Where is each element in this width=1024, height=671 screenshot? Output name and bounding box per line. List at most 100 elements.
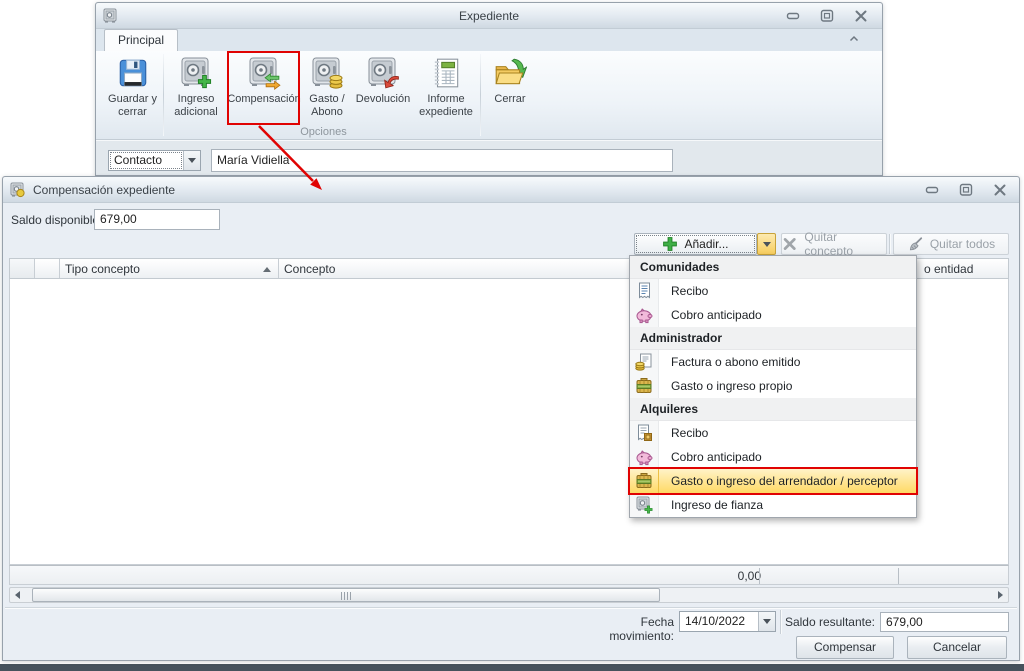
triangle-left-icon [15, 591, 20, 599]
receipt-plus-icon [638, 424, 652, 441]
anadir-label: Añadir... [684, 237, 729, 251]
minimize-icon [786, 12, 799, 19]
compensar-button[interactable]: Compensar [796, 636, 894, 659]
horizontal-scrollbar[interactable] [9, 587, 1009, 603]
minimize-button[interactable] [924, 182, 939, 197]
menu-item-factura-abono-emitido[interactable]: Factura o abono emitido [630, 350, 916, 374]
safe-plus-small-icon [635, 496, 653, 514]
row-indicator-header [10, 259, 35, 278]
window-title: Expediente [458, 8, 520, 23]
maximize-button[interactable] [819, 8, 834, 23]
grip-icon [341, 592, 351, 600]
anadir-dropdown-button[interactable] [757, 233, 776, 255]
sort-ascending-icon [263, 267, 271, 272]
toolbar-separator [889, 234, 890, 254]
piggy-bank-icon [636, 450, 653, 466]
compensacion-button[interactable]: Compensación [227, 53, 301, 125]
add-plus-icon [663, 237, 678, 251]
menu-item-gasto-ingreso-arrendador[interactable]: Gasto o ingreso del arrendador / percept… [630, 469, 916, 493]
maximize-icon [959, 183, 972, 196]
ribbon-tab-row: Principal [96, 29, 882, 51]
chevron-up-icon [849, 36, 859, 42]
receipt-icon [639, 282, 650, 298]
saldo-disponible-field: 679,00 [94, 209, 220, 230]
menu-item-ingreso-de-fianza[interactable]: Ingreso de fianza [630, 493, 916, 517]
quitar-concepto-button[interactable]: Quitar concepto [781, 230, 887, 258]
gasto-abono-button[interactable]: Gasto / Abono [302, 53, 352, 125]
ribbon-collapse-button[interactable] [848, 33, 864, 47]
dialog-title: Compensación expediente [33, 182, 176, 197]
menu-item-gasto-ingreso-propio[interactable]: Gasto o ingreso propio [630, 374, 916, 398]
fecha-movimiento-combo[interactable]: 14/10/2022 [679, 611, 776, 632]
chevron-down-icon [762, 241, 771, 247]
combo-dropdown-button[interactable] [183, 151, 200, 170]
minimize-button[interactable] [785, 8, 800, 23]
contacto-combo[interactable]: Contacto [108, 150, 201, 171]
expediente-titlebar[interactable]: Expediente [96, 3, 882, 29]
close-icon [994, 184, 1005, 195]
ribbon-separator [163, 54, 164, 136]
anadir-button[interactable]: Añadir... [634, 233, 757, 255]
footer-separator [5, 607, 1017, 608]
fecha-movimiento-value: 14/10/2022 [685, 614, 746, 628]
menu-item-cobro-anticipado-alquileres[interactable]: Cobro anticipado [630, 445, 916, 469]
safe-return-icon [368, 57, 399, 89]
cash-box-icon [636, 378, 652, 393]
folder-exit-icon [495, 58, 527, 85]
minimize-icon [925, 186, 938, 193]
maximize-icon [820, 9, 833, 22]
safe-coins-icon [312, 57, 343, 89]
safe-coin-window-icon [10, 182, 25, 197]
saldo-disponible-label: Saldo disponible: [11, 213, 103, 227]
quitar-todos-button[interactable]: Quitar todos [893, 233, 1009, 255]
summary-total: 0,00 [737, 569, 761, 583]
menu-item-recibo-comunidades[interactable]: Recibo [630, 279, 916, 303]
cancelar-button[interactable]: Cancelar [907, 636, 1007, 659]
anadir-dropdown-menu: Comunidades Recibo Cobro anticipado Admi… [629, 255, 917, 518]
ingreso-adicional-button[interactable]: Ingreso adicional [167, 53, 225, 125]
ribbon-separator [480, 54, 481, 136]
report-icon [434, 58, 459, 88]
maximize-button[interactable] [958, 182, 973, 197]
menu-group-comunidades: Comunidades [630, 256, 916, 279]
expediente-window: Expediente Principal Guardar y cerrar In… [95, 2, 883, 176]
chevron-down-icon [763, 619, 771, 624]
scrollbar-thumb[interactable] [32, 588, 660, 602]
scroll-right-button[interactable] [993, 588, 1008, 602]
guardar-y-cerrar-button[interactable]: Guardar y cerrar [104, 53, 161, 125]
devolucion-button[interactable]: Devolución [355, 53, 411, 125]
close-button[interactable] [853, 8, 868, 23]
menu-group-alquileres: Alquileres [630, 398, 916, 421]
grid-summary-row: 0,00 [9, 565, 1009, 585]
bottom-edge-strip [0, 664, 1024, 671]
broom-icon [909, 237, 922, 251]
date-dropdown-button[interactable] [758, 612, 775, 631]
tab-principal[interactable]: Principal [104, 29, 179, 51]
ribbon-group-label: Opciones [300, 126, 347, 138]
floppy-disk-icon [119, 59, 146, 87]
saldo-resultante-label: Saldo resultante: [784, 615, 875, 629]
compensacion-titlebar[interactable]: Compensación expediente [3, 177, 1019, 203]
invoice-coins-icon [635, 353, 652, 371]
menu-item-cobro-anticipado-comunidades[interactable]: Cobro anticipado [630, 303, 916, 327]
blank-column-header[interactable] [35, 259, 60, 278]
footer-group-separator [780, 610, 781, 634]
piggy-bank-icon [636, 308, 653, 324]
safe-plus-icon [181, 57, 212, 89]
informe-expediente-button[interactable]: Informe expediente [415, 53, 477, 125]
chevron-down-icon [188, 158, 196, 163]
close-icon [855, 10, 866, 21]
scroll-left-button[interactable] [10, 588, 25, 602]
expediente-client-area: Contacto María Vidiella [96, 140, 882, 175]
fecha-movimiento-label: Fecha movimiento: [609, 615, 674, 643]
tipo-concepto-column-header[interactable]: Tipo concepto [60, 259, 279, 278]
cerrar-button[interactable]: Cerrar [484, 53, 536, 125]
cash-box-icon [636, 473, 652, 488]
ribbon: Guardar y cerrar Ingreso adicional Compe… [96, 51, 882, 140]
contact-name-field[interactable]: María Vidiella [211, 149, 673, 172]
close-button[interactable] [992, 182, 1007, 197]
menu-item-recibo-alquileres[interactable]: Recibo [630, 421, 916, 445]
triangle-right-icon [998, 591, 1003, 599]
saldo-resultante-field: 679,00 [880, 612, 1009, 632]
safe-exchange-icon [249, 57, 281, 90]
